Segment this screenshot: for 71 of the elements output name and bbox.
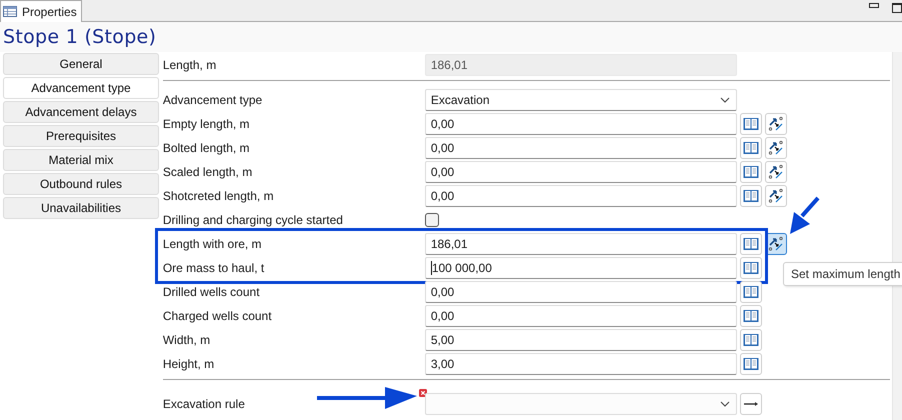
table-icon: [3, 6, 17, 17]
book-icon: [742, 285, 759, 299]
pointer-arrow: [788, 196, 820, 236]
nav-tab[interactable]: General: [3, 53, 159, 75]
book-button[interactable]: [740, 233, 762, 255]
field-label: Height, m: [162, 357, 214, 371]
properties-tab[interactable]: Properties: [0, 0, 82, 22]
input-field[interactable]: 186,01: [424, 233, 737, 255]
chevron-down-icon: [720, 97, 730, 103]
book-button[interactable]: [740, 113, 762, 135]
book-icon: [742, 309, 759, 323]
combo-field[interactable]: [424, 393, 737, 415]
dropdown[interactable]: Excavation: [424, 89, 737, 111]
input-field[interactable]: 0,00: [424, 305, 737, 327]
nav-tab[interactable]: Material mix: [3, 149, 159, 171]
input-field[interactable]: 0,00: [424, 185, 737, 207]
field-label: Length, m: [162, 58, 216, 72]
book-button[interactable]: [740, 305, 762, 327]
field-label: Shotcreted length, m: [162, 189, 274, 203]
field-label: Empty length, m: [162, 117, 250, 131]
book-icon: [742, 141, 759, 155]
book-button[interactable]: [740, 353, 762, 375]
book-button[interactable]: [740, 161, 762, 183]
book-button[interactable]: [740, 185, 762, 207]
book-icon: [742, 117, 759, 131]
checkbox[interactable]: [424, 213, 439, 227]
nav-tab[interactable]: Advancement delays: [3, 101, 159, 123]
input-field[interactable]: 0,00: [424, 137, 737, 159]
input-field[interactable]: 5,00: [424, 329, 737, 351]
resize-arrows-icon: [768, 116, 784, 132]
minimize-icon[interactable]: [869, 3, 879, 8]
nav-tab[interactable]: Prerequisites: [3, 125, 159, 147]
nav-tab[interactable]: Advancement type: [3, 77, 159, 99]
book-icon: [742, 333, 759, 347]
book-button[interactable]: [740, 257, 762, 279]
input-field[interactable]: 100 000,00: [424, 257, 737, 279]
resize-arrows-icon: [768, 236, 784, 252]
resize-arrows-icon: [768, 188, 784, 204]
book-icon: [742, 189, 759, 203]
go-to-button[interactable]: [740, 393, 762, 415]
field-label: Charged wells count: [162, 309, 272, 323]
input-field[interactable]: 3,00: [424, 353, 737, 375]
field-label: Bolted length, m: [162, 141, 250, 155]
book-icon: [742, 261, 759, 275]
resize-arrows-icon: [768, 140, 784, 156]
input-field[interactable]: 0,00: [424, 113, 737, 135]
arrow-right-icon: [744, 402, 758, 406]
field-label: Drilling and charging cycle started: [162, 213, 343, 227]
nav-tab[interactable]: Unavailabilities: [3, 197, 159, 219]
field-label: Drilled wells count: [162, 285, 260, 299]
book-button[interactable]: [740, 137, 762, 159]
book-button[interactable]: [740, 329, 762, 351]
field-label: Width, m: [162, 333, 210, 347]
book-icon: [742, 237, 759, 251]
input-field[interactable]: 0,00: [424, 161, 737, 183]
field-label: Scaled length, m: [162, 165, 252, 179]
readonly-field: 186,01: [424, 54, 737, 76]
book-icon: [742, 357, 759, 371]
field-label: Advancement type: [162, 93, 262, 107]
tooltip: Set maximum length: [783, 262, 902, 286]
input-field[interactable]: 0,00: [424, 281, 737, 303]
restore-icon[interactable]: [892, 3, 902, 13]
field-label: Ore mass to haul, t: [162, 261, 264, 275]
nav-tab[interactable]: Outbound rules: [3, 173, 159, 195]
resize-arrows-icon: [768, 164, 784, 180]
book-icon: [742, 165, 759, 179]
book-button[interactable]: [740, 281, 762, 303]
field-label: Excavation rule: [162, 397, 245, 411]
chevron-down-icon: [720, 401, 730, 407]
page-title: Stope 1 (Stope): [3, 26, 156, 48]
field-label: Length with ore, m: [162, 237, 262, 251]
